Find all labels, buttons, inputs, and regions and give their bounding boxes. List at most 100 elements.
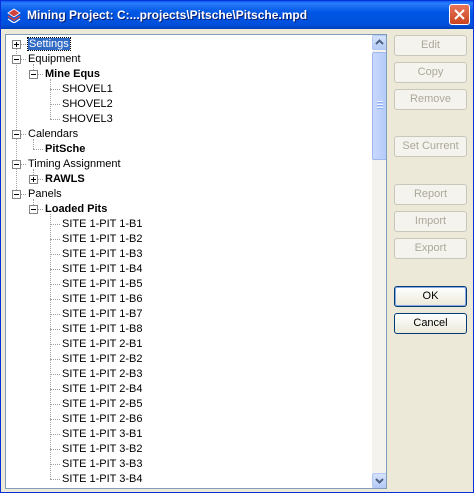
tree-item-label: RAWLS [45, 173, 85, 185]
report-button[interactable]: Report [394, 184, 467, 205]
arrow-up-icon [375, 39, 384, 45]
arrow-down-icon [375, 478, 384, 484]
export-button[interactable]: Export [394, 238, 467, 259]
tree-connector [50, 389, 60, 390]
tree-item[interactable]: SHOVEL1 [62, 82, 113, 97]
remove-button[interactable]: Remove [394, 89, 467, 110]
cancel-button[interactable]: Cancel [394, 313, 467, 334]
tree-connector [50, 404, 60, 405]
expand-icon[interactable] [12, 40, 21, 49]
tree-item[interactable]: Panels [28, 187, 62, 202]
tree-item[interactable]: Calendars [28, 127, 78, 142]
title-bar[interactable]: Mining Project: C:...projects\Pitsche\Pi… [1, 1, 473, 29]
tree-item[interactable]: SITE 1-PIT 1-B8 [62, 322, 143, 337]
tree-connector [50, 224, 60, 225]
tree-item[interactable]: SITE 1-PIT 3-B3 [62, 457, 143, 472]
tree-connector [50, 419, 60, 420]
tree-item[interactable]: Equipment [28, 52, 81, 67]
tree-connector [50, 314, 60, 315]
tree-item-label: Loaded Pits [45, 203, 108, 215]
tree-item-label: SITE 1-PIT 2-B3 [62, 368, 143, 380]
tree-item[interactable]: SITE 1-PIT 1-B2 [62, 232, 143, 247]
tree-item[interactable]: SHOVEL2 [62, 97, 113, 112]
expand-icon[interactable] [29, 175, 38, 184]
tree-item-label: Settings [27, 37, 71, 51]
tree-item-label: SITE 1-PIT 3-B3 [62, 458, 143, 470]
tree-item[interactable]: SITE 1-PIT 1-B7 [62, 307, 143, 322]
tree-item-label: SITE 1-PIT 2-B5 [62, 398, 143, 410]
tree-item[interactable]: SITE 1-PIT 2-B6 [62, 412, 143, 427]
tree-content: Settings Equipment Mine Equs SHOVEL1 SHOVEL2… [6, 35, 372, 488]
collapse-icon[interactable] [29, 205, 38, 214]
collapse-icon[interactable] [29, 70, 38, 79]
tree-connector [50, 299, 60, 300]
close-icon [454, 9, 465, 20]
tree-item-label: SITE 1-PIT 2-B2 [62, 353, 143, 365]
scroll-down-button[interactable] [372, 473, 386, 488]
dialog-window: Mining Project: C:...projects\Pitsche\Pi… [0, 0, 474, 493]
tree-connector [16, 44, 17, 194]
tree-connector [50, 479, 60, 480]
ok-button[interactable]: OK [394, 286, 467, 307]
tree-item[interactable]: RAWLS [45, 172, 85, 187]
tree-connector [50, 434, 60, 435]
tree-item[interactable]: SITE 1-PIT 3-B4 [62, 472, 143, 487]
tree-connector [50, 344, 60, 345]
tree-connector [50, 119, 60, 120]
tree-connector [50, 449, 60, 450]
window-title: Mining Project: C:...projects\Pitsche\Pi… [27, 8, 308, 22]
scroll-thumb[interactable] [372, 52, 386, 160]
tree-item[interactable]: SITE 1-PIT 1-B5 [62, 277, 143, 292]
tree-item[interactable]: Timing Assignment [28, 157, 121, 172]
tree-item-label: Equipment [28, 53, 81, 65]
thumb-grip [377, 104, 383, 106]
tree-item-label: SITE 1-PIT 3-B1 [62, 428, 143, 440]
edit-button[interactable]: Edit [394, 35, 467, 56]
tree-item[interactable]: SITE 1-PIT 3-B1 [62, 427, 143, 442]
tree-item-label: SITE 1-PIT 3-B4 [62, 473, 143, 485]
tree-connector [50, 374, 60, 375]
tree-item[interactable]: SHOVEL3 [62, 112, 113, 127]
collapse-icon[interactable] [12, 55, 21, 64]
tree-item-label: SITE 1-PIT 2-B1 [62, 338, 143, 350]
project-tree[interactable]: Settings Equipment Mine Equs SHOVEL1 SHOVEL2… [5, 34, 387, 489]
tree-item[interactable]: SITE 1-PIT 2-B4 [62, 382, 143, 397]
tree-item[interactable]: SITE 1-PIT 2-B5 [62, 397, 143, 412]
tree-item[interactable]: SITE 1-PIT 1-B4 [62, 262, 143, 277]
tree-item[interactable]: PitSche [45, 142, 85, 157]
scroll-up-button[interactable] [372, 35, 386, 50]
tree-item[interactable]: SITE 1-PIT 2-B3 [62, 367, 143, 382]
tree-item-label: SHOVEL2 [62, 98, 113, 110]
vertical-scrollbar[interactable] [372, 35, 386, 488]
tree-connector [50, 89, 60, 90]
tree-item-label: SITE 1-PIT 2-B6 [62, 413, 143, 425]
tree-item-label: SITE 1-PIT 1-B5 [62, 278, 143, 290]
tree-item[interactable]: SITE 1-PIT 1-B1 [62, 217, 143, 232]
import-button[interactable]: Import [394, 211, 467, 232]
set-current-button[interactable]: Set Current [394, 136, 467, 157]
tree-item[interactable]: SITE 1-PIT 3-B2 [62, 442, 143, 457]
tree-item-label: Mine Equs [45, 68, 101, 80]
tree-item-label: SITE 1-PIT 2-B4 [62, 383, 143, 395]
close-button[interactable] [449, 4, 470, 25]
collapse-icon[interactable] [12, 130, 21, 139]
tree-item-label: SITE 1-PIT 3-B2 [62, 443, 143, 455]
tree-item[interactable]: SITE 1-PIT 2-B2 [62, 352, 143, 367]
tree-item[interactable]: Mine Equs [45, 67, 100, 82]
tree-connector [50, 269, 60, 270]
tree-item[interactable]: SITE 1-PIT 1-B3 [62, 247, 143, 262]
tree-item[interactable]: Settings [27, 37, 71, 52]
tree-item-label: SITE 1-PIT 1-B4 [62, 263, 143, 275]
tree-item-label: Timing Assignment [28, 158, 121, 170]
tree-item[interactable]: SITE 1-PIT 1-B6 [62, 292, 143, 307]
tree-item-label: SITE 1-PIT 1-B8 [62, 323, 143, 335]
copy-button[interactable]: Copy [394, 62, 467, 83]
tree-connector [50, 464, 60, 465]
collapse-icon[interactable] [12, 160, 21, 169]
tree-item-label: SHOVEL3 [62, 113, 113, 125]
collapse-icon[interactable] [12, 190, 21, 199]
tree-connector [50, 329, 60, 330]
tree-item[interactable]: SITE 1-PIT 2-B1 [62, 337, 143, 352]
tree-item[interactable]: Loaded Pits [45, 202, 107, 217]
tree-item-label: SITE 1-PIT 1-B3 [62, 248, 143, 260]
